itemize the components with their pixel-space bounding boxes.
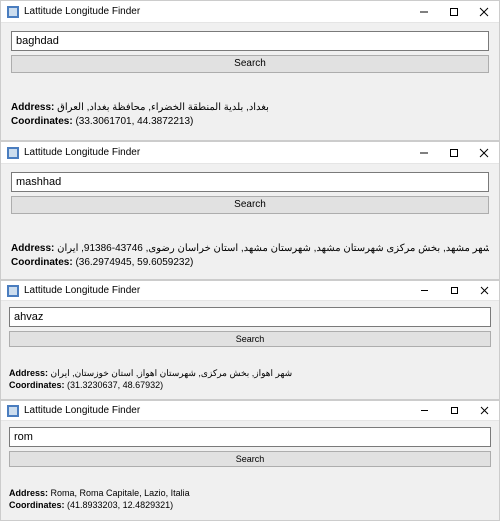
maximize-button[interactable] [439,142,469,163]
window-controls [409,281,499,300]
client-area: Search Address: بغداد, بلدية المنطقة الخ… [1,23,499,140]
client-area: Search Address: مشهد, شهر مشهد, بخش مرکز… [1,164,499,279]
address-value: شهر اهواز, بخش مرکزی, شهرستان اهواز, است… [51,368,293,378]
window-title: Lattitude Longitude Finder [24,147,409,158]
app-icon [7,405,19,417]
client-area: Search Address: Roma, Roma Capitale, Laz… [1,421,499,519]
app-window: Lattitude Longitude Finder Search Addres… [0,280,500,400]
address-value: بغداد, بلدية المنطقة الخضراء, محافظة بغد… [57,102,269,113]
result-block: Address: بغداد, بلدية المنطقة الخضراء, م… [11,101,489,128]
coordinates-value: (36.2974945, 59.6059232) [75,257,193,268]
address-label: Address: [11,102,54,113]
minimize-button[interactable] [409,1,439,22]
maximize-button[interactable] [439,281,469,300]
close-button[interactable] [469,1,499,22]
coordinates-value: (31.3230637, 48.67932) [67,380,163,390]
app-icon [7,6,19,18]
search-input[interactable] [11,172,489,192]
coordinates-label: Coordinates: [11,116,73,127]
window-controls [409,142,499,163]
coordinates-value: (33.3061701, 44.3872213) [75,116,193,127]
address-line: Address: Roma, Roma Capitale, Lazio, Ita… [9,487,491,499]
minimize-button[interactable] [409,142,439,163]
titlebar: Lattitude Longitude Finder [1,142,499,164]
window-title: Lattitude Longitude Finder [24,6,409,17]
app-window: Lattitude Longitude Finder Search Addres… [0,141,500,280]
coordinates-line: Coordinates: (36.2974945, 59.6059232) [11,256,489,270]
coordinates-line: Coordinates: (41.8933203, 12.4829321) [9,499,491,511]
coordinates-line: Coordinates: (33.3061701, 44.3872213) [11,115,489,129]
search-button[interactable]: Search [9,451,491,467]
coordinates-label: Coordinates: [11,257,73,268]
search-input[interactable] [9,427,491,447]
window-controls [409,1,499,22]
coordinates-value: (41.8933203, 12.4829321) [67,500,173,510]
address-line: Address: بغداد, بلدية المنطقة الخضراء, م… [11,101,489,115]
titlebar: Lattitude Longitude Finder [1,401,499,421]
titlebar: Lattitude Longitude Finder [1,281,499,301]
maximize-button[interactable] [439,401,469,420]
window-controls [409,401,499,420]
coordinates-label: Coordinates: [9,380,65,390]
search-input[interactable] [11,31,489,51]
address-label: Address: [9,488,48,498]
close-button[interactable] [469,281,499,300]
app-icon [7,147,19,159]
coordinates-label: Coordinates: [9,500,65,510]
client-area: Search Address: شهر اهواز, بخش مرکزی, شه… [1,301,499,399]
coordinates-line: Coordinates: (31.3230637, 48.67932) [9,379,491,391]
result-block: Address: شهر اهواز, بخش مرکزی, شهرستان ا… [9,367,491,391]
address-label: Address: [9,368,48,378]
address-label: Address: [11,243,54,254]
maximize-button[interactable] [439,1,469,22]
search-button[interactable]: Search [11,196,489,214]
minimize-button[interactable] [409,281,439,300]
minimize-button[interactable] [409,401,439,420]
app-icon [7,285,19,297]
address-line: Address: شهر اهواز, بخش مرکزی, شهرستان ا… [9,367,491,379]
search-button[interactable]: Search [9,331,491,347]
window-title: Lattitude Longitude Finder [24,285,409,296]
app-window: Lattitude Longitude Finder Search Addres… [0,400,500,520]
result-block: Address: Roma, Roma Capitale, Lazio, Ita… [9,487,491,511]
window-title: Lattitude Longitude Finder [24,405,409,416]
close-button[interactable] [469,401,499,420]
address-line: Address: مشهد, شهر مشهد, بخش مرکزی شهرست… [11,242,489,256]
address-value: Roma, Roma Capitale, Lazio, Italia [51,488,190,498]
search-button[interactable]: Search [11,55,489,73]
search-input[interactable] [9,307,491,327]
close-button[interactable] [469,142,499,163]
result-block: Address: مشهد, شهر مشهد, بخش مرکزی شهرست… [11,242,489,269]
titlebar: Lattitude Longitude Finder [1,1,499,23]
app-window: Lattitude Longitude Finder Search Addres… [0,0,500,141]
address-value: مشهد, شهر مشهد, بخش مرکزی شهرستان مشهد, … [57,243,489,254]
